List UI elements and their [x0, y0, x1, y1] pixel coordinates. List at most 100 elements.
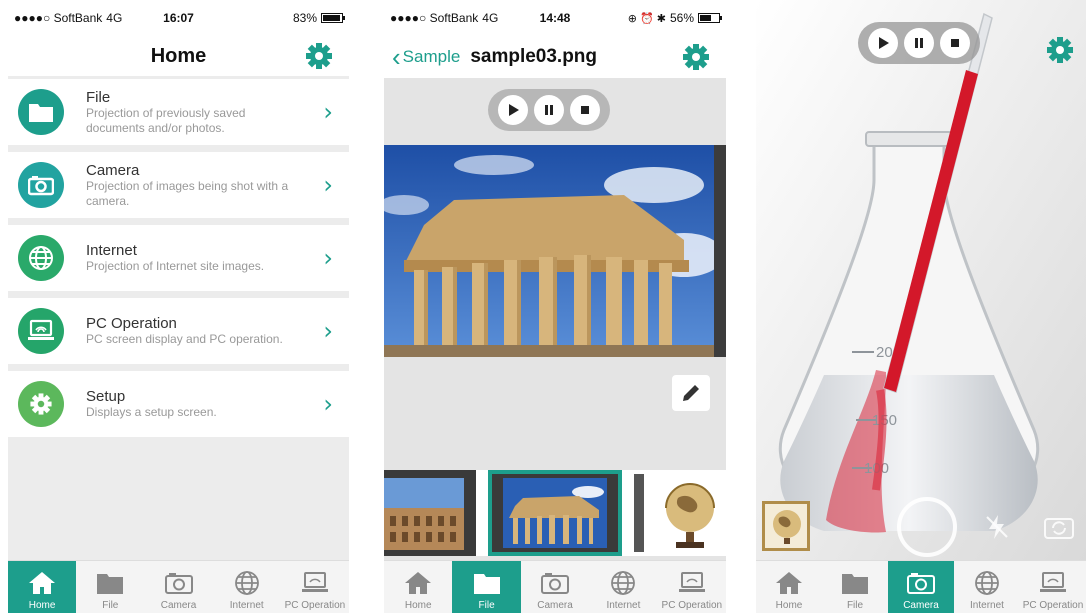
globe-icon — [234, 571, 259, 595]
tab-file[interactable]: File — [452, 561, 521, 613]
globe-thumbnail-icon — [773, 510, 801, 544]
menu-item-title: Internet — [86, 242, 137, 259]
back-label: Sample — [402, 47, 461, 66]
stop-button[interactable] — [940, 28, 970, 58]
menu-item-pc-operation[interactable]: PC Operation PC screen display and PC op… — [8, 298, 349, 364]
thumbnail-parthenon-selected[interactable] — [488, 470, 622, 556]
tab-label: File — [846, 600, 864, 611]
tab-camera[interactable]: Camera — [144, 561, 212, 613]
stop-icon — [951, 39, 959, 47]
tab-pc-operation[interactable]: PC Operation — [1020, 561, 1086, 613]
settings-gear-icon[interactable] — [303, 40, 335, 72]
home-icon — [29, 572, 56, 594]
tab-file[interactable]: File — [76, 561, 144, 613]
tab-pc-operation[interactable]: PC Operation — [658, 561, 726, 613]
settings-gear-icon[interactable] — [680, 41, 712, 73]
page-title: sample03.png — [470, 46, 598, 67]
tab-bar: Home File Camera Internet PC Operation — [756, 560, 1086, 613]
playback-controls — [488, 89, 610, 131]
last-photo-thumbnail[interactable] — [762, 501, 810, 551]
menu-item-file[interactable]: File Projection of previously saved docu… — [8, 79, 349, 145]
time-label: 16:07 — [163, 11, 194, 25]
tab-bar: Home File Camera Internet PC Operation — [384, 560, 726, 613]
tab-pc-operation[interactable]: PC Operation — [281, 561, 349, 613]
camera-icon — [164, 573, 193, 594]
play-button[interactable] — [868, 28, 898, 58]
camera-icon — [18, 162, 64, 208]
folder-icon — [97, 574, 124, 594]
laptop-icon — [1040, 572, 1066, 592]
battery-label: 83% — [292, 11, 317, 25]
tab-camera[interactable]: Camera — [521, 561, 589, 613]
switch-camera-icon[interactable] — [1042, 512, 1076, 542]
tab-label: PC Operation — [284, 600, 346, 611]
thumbnail-globe[interactable] — [634, 470, 726, 556]
tab-internet[interactable]: Internet — [954, 561, 1020, 613]
tab-home[interactable]: Home — [756, 561, 822, 613]
settings-gear-icon[interactable] — [1044, 34, 1076, 66]
home-icon — [405, 572, 432, 594]
tab-internet[interactable]: Internet — [589, 561, 657, 613]
folder-icon — [473, 574, 500, 594]
tab-internet[interactable]: Internet — [213, 561, 281, 613]
tab-label: Internet — [606, 600, 641, 611]
thumbnail-image — [503, 478, 607, 548]
thumbnail-colosseum[interactable] — [384, 470, 476, 556]
tab-label: PC Operation — [661, 600, 723, 611]
laptop-icon — [18, 308, 64, 354]
home-screen: ●●●●○ SoftBank 4G 16:07 83% Home File Pr… — [8, 0, 349, 613]
chevron-left-icon: ‹ — [392, 42, 401, 72]
chevron-right-icon: › — [323, 244, 333, 272]
globe-icon — [975, 571, 999, 595]
thumbnail-image — [665, 483, 715, 548]
carrier-label: ●●●●○ SoftBank — [390, 11, 479, 25]
stop-button[interactable] — [570, 95, 600, 125]
menu-item-camera[interactable]: Camera Projection of images being shot w… — [8, 152, 349, 218]
chevron-right-icon: › — [323, 317, 333, 345]
tab-label: Home — [404, 600, 432, 611]
play-icon — [509, 104, 519, 116]
play-button[interactable] — [498, 95, 528, 125]
tab-home[interactable]: Home — [384, 561, 452, 613]
tab-label: Internet — [229, 600, 264, 611]
shutter-button[interactable] — [897, 497, 957, 557]
menu-item-title: Setup — [86, 388, 126, 405]
tab-home[interactable]: Home — [8, 561, 77, 613]
laptop-icon — [301, 572, 328, 592]
menu-item-internet[interactable]: Internet Projection of Internet site ima… — [8, 225, 349, 291]
gear-icon — [18, 381, 64, 427]
folder-icon — [842, 574, 868, 594]
pause-icon — [545, 105, 553, 115]
tab-label: PC Operation — [1022, 600, 1084, 611]
pause-button[interactable] — [904, 28, 934, 58]
pause-icon — [915, 38, 923, 48]
menu-item-title: PC Operation — [86, 315, 177, 332]
edit-button[interactable] — [672, 375, 710, 411]
battery-icon — [321, 13, 345, 23]
tab-label: Internet — [970, 600, 1004, 611]
pause-button[interactable] — [534, 95, 564, 125]
globe-icon — [18, 235, 64, 281]
back-button[interactable]: ‹ Sample — [392, 42, 461, 72]
battery-label: 56% — [669, 11, 694, 25]
tab-label: Camera — [160, 600, 197, 611]
page-title: Home — [150, 44, 207, 67]
stop-icon — [581, 106, 589, 114]
menu-item-desc: Projection of Internet site images. — [86, 259, 265, 273]
globe-icon — [611, 571, 636, 595]
play-icon — [879, 37, 889, 49]
tab-camera[interactable]: Camera — [888, 561, 954, 613]
flash-off-icon[interactable] — [982, 512, 1012, 542]
status-bar: ●●●●○ SoftBank 4G 16:07 83% — [8, 0, 349, 36]
thumbnail-strip — [384, 470, 726, 556]
tab-file[interactable]: File — [822, 561, 888, 613]
tab-label: Camera — [903, 600, 939, 611]
camera-screen: 200 150 100 Home File Camera Internet PC… — [756, 0, 1086, 613]
battery-icon — [698, 13, 722, 23]
menu-item-setup[interactable]: Setup Displays a setup screen. › — [8, 371, 349, 437]
home-nav-bar: Home — [8, 36, 349, 76]
menu-item-desc: Displays a setup screen. — [86, 405, 217, 419]
status-icons: ⊕ ⏰ ✱ — [627, 12, 666, 25]
playback-controls — [858, 22, 980, 64]
menu-item-title: Camera — [86, 161, 140, 179]
